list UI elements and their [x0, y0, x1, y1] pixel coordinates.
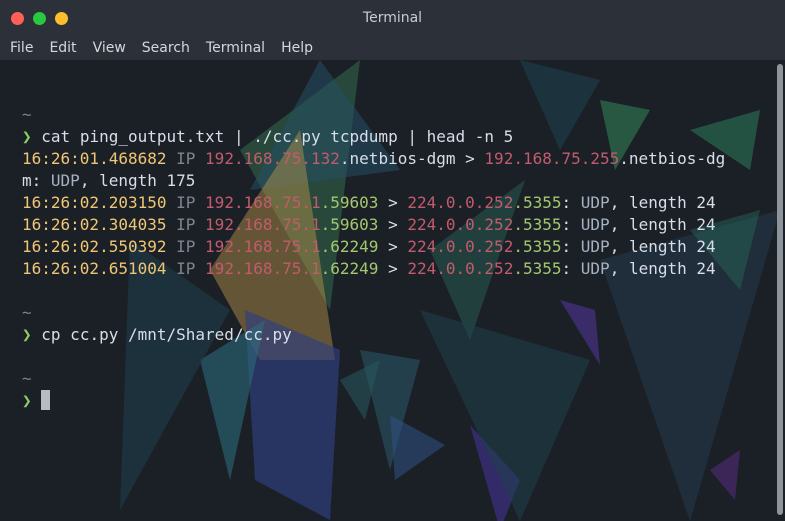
src-ip: 192.168.75.1 — [205, 193, 321, 212]
dst-port: .5355 — [513, 237, 562, 256]
length-value: 175 — [166, 171, 196, 190]
src-ip: 192.168.75.1 — [205, 215, 321, 234]
timestamp: 16:26:02.203150 — [22, 193, 167, 212]
terminal-output: ~ ❯ cat ping_output.txt | ./cc.py tcpdum… — [22, 104, 769, 412]
dst-port: .5355 — [513, 193, 562, 212]
protocol: UDP — [580, 259, 610, 278]
src-port: .59603 — [320, 215, 379, 234]
prompt-icon: ❯ — [22, 325, 32, 344]
menu-edit[interactable]: Edit — [43, 40, 82, 56]
length-value: 24 — [696, 215, 716, 234]
output-line-1-wrap: m: UDP, length 175 — [22, 170, 769, 192]
dst-ip: 224.0.0.252 — [407, 215, 514, 234]
menu-terminal[interactable]: Terminal — [200, 40, 271, 56]
command-line-3: ❯ — [22, 390, 769, 412]
timestamp: 16:26:02.651004 — [22, 259, 167, 278]
ip-label: IP — [176, 237, 196, 256]
length-label: , length — [79, 171, 157, 190]
protocol: UDP — [580, 193, 610, 212]
command-line-1: ❯ cat ping_output.txt | ./cc.py tcpdump … — [22, 126, 769, 148]
title-bar[interactable]: Terminal — [0, 0, 785, 36]
protocol: UDP — [580, 237, 610, 256]
arrow: > — [465, 149, 475, 168]
text-cursor[interactable] — [41, 390, 51, 410]
ip-label: IP — [176, 215, 196, 234]
home-indicator: ~ — [22, 303, 32, 322]
colon: : — [561, 215, 572, 234]
dst-ip: 192.168.75.255 — [484, 149, 620, 168]
colon: : — [561, 237, 572, 256]
command-text: cat ping_output.txt | ./cc.py tcpdump | … — [41, 127, 514, 146]
length-label: , length — [609, 237, 687, 256]
length-value: 24 — [696, 237, 716, 256]
length-label: , length — [609, 259, 687, 278]
colon: : — [561, 259, 572, 278]
dst-port: .5355 — [513, 215, 562, 234]
dst-ip: 224.0.0.252 — [407, 259, 514, 278]
length-value: 24 — [696, 259, 716, 278]
terminal-area[interactable]: ~ ❯ cat ping_output.txt | ./cc.py tcpdum… — [0, 60, 785, 521]
terminal-window: Terminal File Edit View Search Terminal … — [0, 0, 785, 521]
output-line-3: 16:26:02.304035 IP 192.168.75.1.59603 > … — [22, 214, 769, 236]
menu-view[interactable]: View — [87, 40, 132, 56]
menu-bar: File Edit View Search Terminal Help — [0, 36, 785, 60]
protocol: UDP — [50, 171, 80, 190]
window-title: Terminal — [362, 10, 423, 26]
menu-help[interactable]: Help — [275, 40, 319, 56]
dst-ip: 224.0.0.252 — [407, 193, 514, 212]
dst-ip: 224.0.0.252 — [407, 237, 514, 256]
home-indicator: ~ — [22, 369, 32, 388]
arrow: > — [388, 259, 398, 278]
length-label: , length — [609, 215, 687, 234]
length-value: 24 — [696, 193, 716, 212]
scrollbar-thumb[interactable] — [777, 64, 783, 515]
src-port: .59603 — [320, 193, 379, 212]
home-indicator: ~ — [22, 105, 32, 124]
output-line-4: 16:26:02.550392 IP 192.168.75.1.62249 > … — [22, 236, 769, 258]
ip-label: IP — [176, 149, 196, 168]
command-text: cp cc.py /mnt/Shared/cc.py — [41, 325, 292, 344]
output-line-1: 16:26:01.468682 IP 192.168.75.132.netbio… — [22, 148, 769, 170]
colon: : — [561, 193, 572, 212]
menu-search[interactable]: Search — [136, 40, 196, 56]
menu-file[interactable]: File — [4, 40, 39, 56]
dst-port: .5355 — [513, 259, 562, 278]
src-port: .62249 — [320, 259, 379, 278]
arrow: > — [388, 193, 398, 212]
ip-label: IP — [176, 193, 196, 212]
wrapped-text: m: — [22, 171, 42, 190]
src-port: .62249 — [320, 237, 379, 256]
prompt-icon: ❯ — [22, 127, 32, 146]
src-port: .netbios-dgm — [339, 149, 456, 168]
arrow: > — [388, 237, 398, 256]
src-ip: 192.168.75.1 — [205, 259, 321, 278]
timestamp: 16:26:01.468682 — [22, 149, 167, 168]
length-label: , length — [609, 193, 687, 212]
timestamp: 16:26:02.304035 — [22, 215, 167, 234]
src-ip: 192.168.75.132 — [205, 149, 340, 168]
dst-port: .netbios-dg — [619, 149, 726, 168]
protocol: UDP — [580, 215, 610, 234]
timestamp: 16:26:02.550392 — [22, 237, 167, 256]
arrow: > — [388, 215, 398, 234]
ip-label: IP — [176, 259, 196, 278]
src-ip: 192.168.75.1 — [205, 237, 321, 256]
output-line-5: 16:26:02.651004 IP 192.168.75.1.62249 > … — [22, 258, 769, 280]
prompt-icon: ❯ — [22, 391, 32, 410]
command-line-2: ❯ cp cc.py /mnt/Shared/cc.py — [22, 324, 769, 346]
output-line-2: 16:26:02.203150 IP 192.168.75.1.59603 > … — [22, 192, 769, 214]
